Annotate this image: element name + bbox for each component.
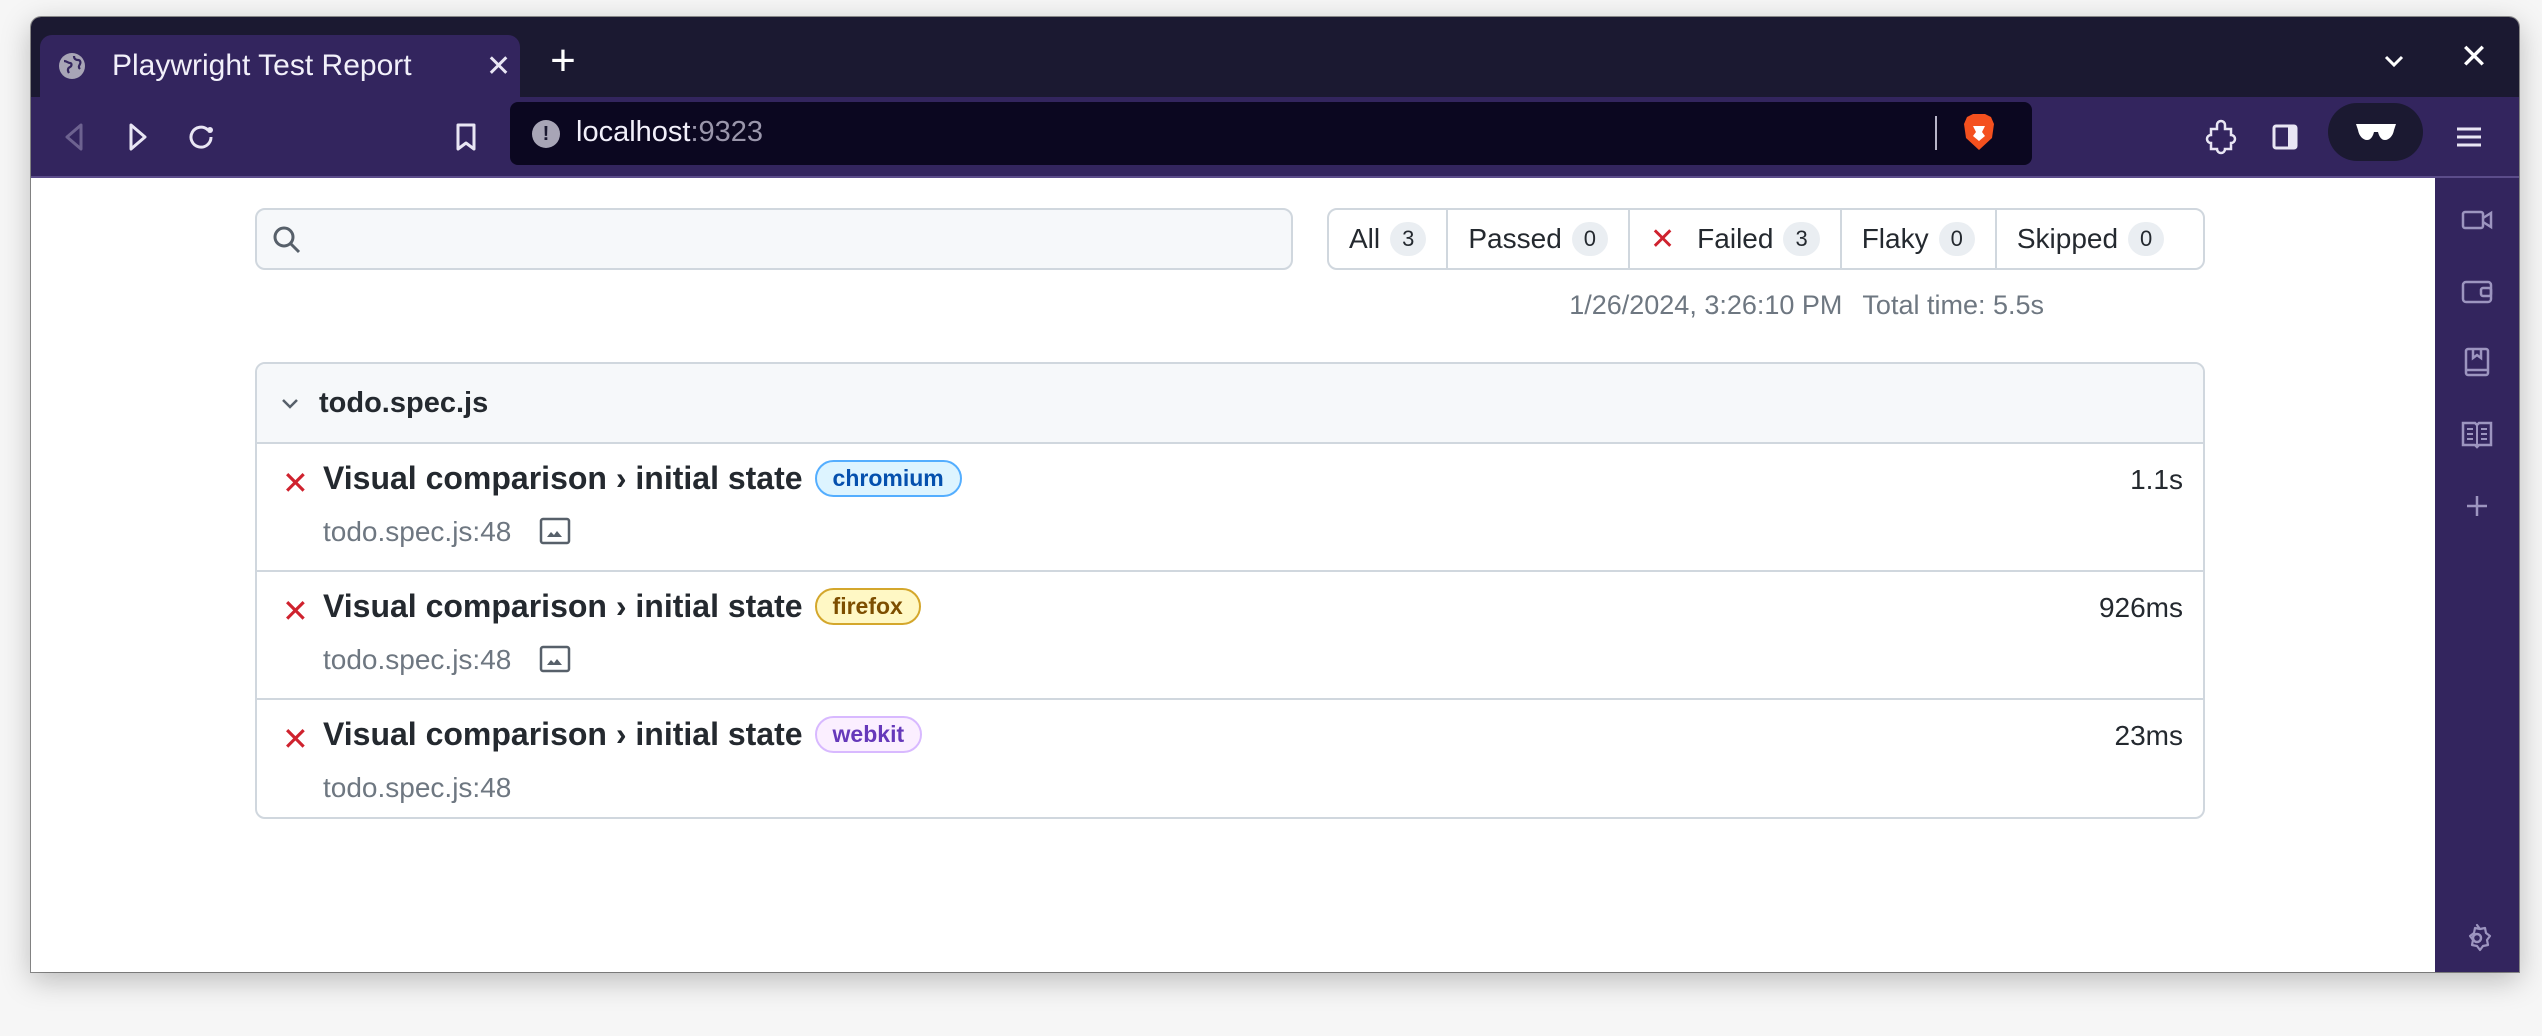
test-row[interactable]: ✕ Visual comparison › initial state chrom…	[257, 444, 2203, 572]
forward-icon[interactable]	[117, 117, 157, 157]
test-title[interactable]: Visual comparison › initial state chromiu…	[323, 460, 962, 497]
filter-count: 3	[1783, 222, 1820, 256]
total-time: Total time: 5.5s	[1862, 290, 2044, 320]
extensions-icon[interactable]	[2201, 117, 2241, 157]
browser-sidebar	[2435, 178, 2519, 972]
filter-count: 3	[1390, 222, 1427, 256]
brave-shields-icon[interactable]	[1962, 112, 1996, 152]
chevron-down-icon	[282, 399, 298, 409]
project-badge[interactable]: chromium	[814, 460, 962, 497]
report-timestamp: 1/26/2024, 3:26:10 PM	[1569, 290, 1843, 320]
filter-count: 0	[2128, 222, 2165, 256]
file-name: todo.spec.js	[319, 386, 489, 419]
browser-window: Playwright Test Report ✕ + ✕ ! localhost…	[31, 17, 2519, 972]
filter-all[interactable]: All 3	[1329, 210, 1449, 268]
back-icon[interactable]	[55, 117, 95, 157]
failed-x-icon: ✕	[282, 593, 309, 629]
private-glasses-icon	[2356, 124, 2396, 140]
file-card: todo.spec.js ✕ Visual comparison › initi…	[255, 362, 2205, 819]
test-title[interactable]: Visual comparison › initial state webkit	[323, 716, 923, 753]
filter-failed[interactable]: ✕ Failed 3	[1630, 210, 1842, 268]
project-badge[interactable]: webkit	[814, 716, 923, 753]
test-row[interactable]: ✕ Visual comparison › initial state firef…	[257, 572, 2203, 700]
sidebar-toggle-icon[interactable]	[2265, 117, 2305, 157]
address-bar[interactable]: ! localhost:9323	[510, 102, 2032, 165]
filter-passed[interactable]: Passed 0	[1448, 210, 1631, 268]
video-call-icon[interactable]	[2457, 200, 2497, 240]
file-header[interactable]: todo.spec.js	[257, 364, 2203, 444]
test-title[interactable]: Visual comparison › initial state firefox	[323, 588, 921, 625]
chevron-down-icon[interactable]	[2376, 43, 2412, 79]
reload-icon[interactable]	[181, 117, 221, 157]
report-meta: 1/26/2024, 3:26:10 PM Total time: 5.5s	[1549, 290, 2044, 321]
private-window-button[interactable]	[2328, 103, 2423, 161]
image-icon[interactable]	[539, 516, 571, 546]
menu-icon[interactable]	[2449, 117, 2489, 157]
test-duration: 1.1s	[2130, 464, 2183, 495]
url-text[interactable]: localhost:9323	[576, 116, 763, 149]
search-box[interactable]	[255, 208, 1293, 270]
test-duration: 23ms	[2114, 720, 2183, 751]
site-info-icon[interactable]: !	[532, 120, 560, 148]
test-row[interactable]: ✕ Visual comparison › initial state webki…	[257, 700, 2203, 817]
search-icon	[273, 226, 301, 254]
reading-list-icon[interactable]	[2457, 342, 2497, 382]
tab-close-icon[interactable]: ✕	[486, 49, 511, 84]
tab-title: Playwright Test Report	[112, 49, 412, 82]
add-icon[interactable]	[2457, 486, 2497, 526]
image-icon[interactable]	[539, 644, 571, 674]
url-separator	[1935, 116, 1937, 150]
bookmark-icon[interactable]	[446, 117, 486, 157]
status-filter-bar: All 3 Passed 0 ✕ Failed 3 Flaky 0 Skipped 0	[1327, 208, 2205, 270]
failed-x-icon: ✕	[282, 465, 309, 501]
failed-x-icon: ✕	[282, 721, 309, 757]
window-close-icon[interactable]: ✕	[2456, 37, 2492, 76]
project-badge[interactable]: firefox	[814, 588, 921, 625]
filter-count: 0	[1938, 222, 1975, 256]
tab-strip: Playwright Test Report ✕ + ✕	[31, 17, 2519, 97]
filter-skipped[interactable]: Skipped 0	[1997, 210, 2184, 268]
test-duration: 926ms	[2098, 592, 2183, 623]
search-input[interactable]	[317, 210, 1281, 270]
globe-icon	[59, 53, 85, 79]
page-content: All 3 Passed 0 ✕ Failed 3 Flaky 0 Skipped 0 1/…	[31, 178, 2435, 972]
bookmarks-book-icon[interactable]	[2457, 414, 2497, 454]
settings-gear-icon[interactable]	[2457, 918, 2497, 958]
failed-x-icon: ✕	[1650, 222, 1676, 256]
test-location: todo.spec.js:48	[323, 516, 512, 547]
filter-count: 0	[1571, 222, 1609, 256]
new-tab-button[interactable]: +	[541, 39, 585, 85]
test-location: todo.spec.js:48	[323, 644, 512, 675]
filter-flaky[interactable]: Flaky 0	[1842, 210, 1997, 268]
test-location: todo.spec.js:48	[323, 772, 512, 803]
wallet-icon[interactable]	[2457, 271, 2497, 311]
browser-toolbar: ! localhost:9323	[31, 97, 2519, 178]
tab-playwright-report[interactable]: Playwright Test Report ✕	[40, 35, 520, 97]
